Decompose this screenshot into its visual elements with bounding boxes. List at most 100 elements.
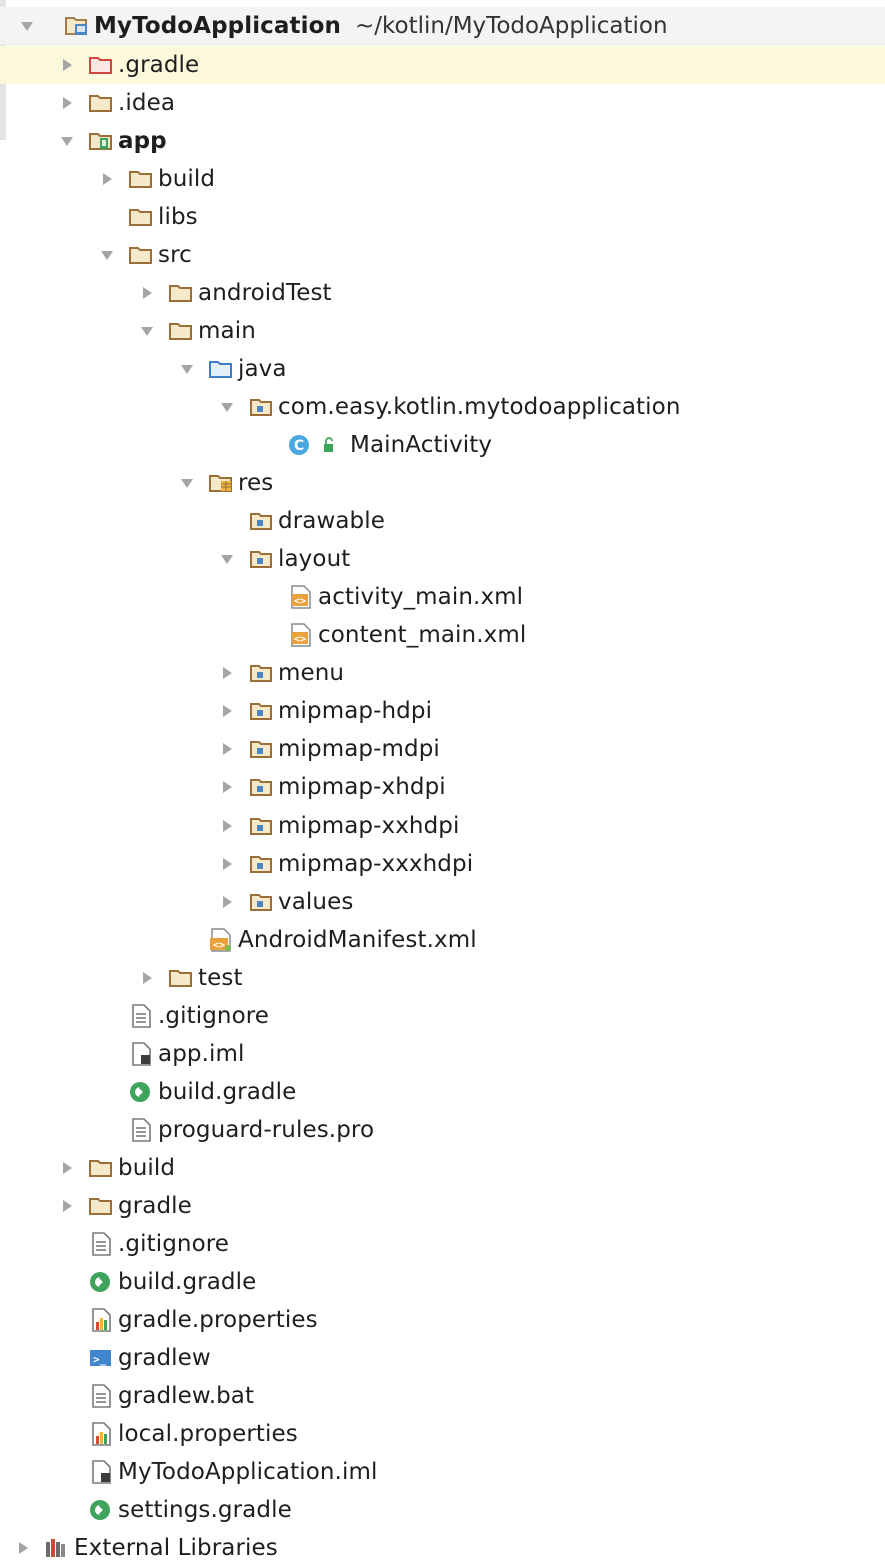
tree-node-label: build bbox=[118, 1154, 176, 1181]
chevron-right-icon[interactable] bbox=[214, 661, 240, 685]
iml-file-icon bbox=[128, 1041, 154, 1066]
tree-node[interactable]: mipmap-xxhdpi bbox=[0, 807, 885, 845]
tree-node[interactable]: androidTest bbox=[0, 274, 885, 312]
tree-node[interactable]: <> AndroidManifest.xml bbox=[0, 921, 885, 959]
tree-node[interactable]: layout bbox=[0, 540, 885, 578]
package-icon bbox=[248, 547, 274, 571]
tree-node-label: java bbox=[238, 355, 287, 382]
svg-text:>_: >_ bbox=[93, 1353, 107, 1366]
tree-node-label: libs bbox=[158, 203, 198, 230]
chevron-down-icon[interactable] bbox=[174, 357, 200, 381]
tree-node[interactable]: External Libraries bbox=[0, 1529, 885, 1567]
tree-node[interactable]: menu bbox=[0, 654, 885, 692]
tree-node[interactable]: local.properties bbox=[0, 1415, 885, 1453]
tree-node[interactable]: build bbox=[0, 1149, 885, 1187]
tree-node[interactable]: >_ gradlew bbox=[0, 1339, 885, 1377]
package-icon bbox=[248, 395, 274, 419]
chevron-down-icon[interactable] bbox=[134, 319, 160, 343]
tree-node-label: res bbox=[238, 470, 274, 497]
tree-node[interactable]: proguard-rules.pro bbox=[0, 1111, 885, 1149]
tree-node[interactable]: mipmap-mdpi bbox=[0, 730, 885, 768]
tree-node[interactable]: build.gradle bbox=[0, 1263, 885, 1301]
svg-text:<>: <> bbox=[294, 596, 306, 607]
chevron-right-icon[interactable] bbox=[214, 699, 240, 723]
tree-node-label: mipmap-xxxhdpi bbox=[278, 850, 474, 877]
tree-node-label: build.gradle bbox=[158, 1078, 297, 1105]
chevron-right-icon[interactable] bbox=[134, 966, 160, 990]
iml-file-icon bbox=[88, 1460, 114, 1485]
tree-node[interactable]: <> activity_main.xml bbox=[0, 578, 885, 616]
tree-node[interactable]: .gitignore bbox=[0, 997, 885, 1035]
chevron-right-icon[interactable] bbox=[214, 852, 240, 876]
tree-node[interactable]: app.iml bbox=[0, 1035, 885, 1073]
tree-node[interactable]: C MainActivity bbox=[0, 426, 885, 464]
chevron-right-icon[interactable] bbox=[54, 1156, 80, 1180]
gradle-file-icon bbox=[88, 1498, 114, 1522]
chevron-right-icon[interactable] bbox=[10, 1536, 36, 1560]
tree-node[interactable]: build.gradle bbox=[0, 1073, 885, 1111]
chevron-down-icon[interactable] bbox=[14, 14, 40, 38]
tree-node-label: mipmap-mdpi bbox=[278, 736, 440, 763]
tree-node[interactable]: settings.gradle bbox=[0, 1491, 885, 1529]
chevron-down-icon[interactable] bbox=[54, 129, 80, 153]
tree-node-label: build.gradle bbox=[118, 1269, 257, 1296]
chevron-right-icon[interactable] bbox=[214, 890, 240, 914]
tree-node[interactable]: values bbox=[0, 883, 885, 921]
chevron-right-icon[interactable] bbox=[214, 775, 240, 799]
tree-node-label: local.properties bbox=[118, 1421, 298, 1448]
chevron-down-icon[interactable] bbox=[94, 243, 120, 267]
project-tree: MyTodoApplication ~/kotlin/MyTodoApplica… bbox=[0, 0, 885, 1564]
chevron-down-icon[interactable] bbox=[214, 395, 240, 419]
tree-node[interactable]: MyTodoApplication.iml bbox=[0, 1453, 885, 1491]
tree-node[interactable]: .gradle bbox=[0, 45, 885, 84]
folder-icon bbox=[168, 319, 194, 343]
tree-node[interactable]: app bbox=[0, 122, 885, 160]
tree-node[interactable]: mipmap-hdpi bbox=[0, 692, 885, 730]
tree-node[interactable]: mipmap-xxxhdpi bbox=[0, 845, 885, 883]
tree-node[interactable]: .gitignore bbox=[0, 1225, 885, 1263]
svg-text:C: C bbox=[294, 438, 304, 454]
tree-node[interactable]: main bbox=[0, 312, 885, 350]
chevron-right-icon[interactable] bbox=[214, 814, 240, 838]
tree-node[interactable]: gradlew.bat bbox=[0, 1377, 885, 1415]
chevron-right-icon[interactable] bbox=[94, 167, 120, 191]
tree-root-row[interactable]: MyTodoApplication ~/kotlin/MyTodoApplica… bbox=[0, 7, 885, 45]
tree-node[interactable]: src bbox=[0, 236, 885, 274]
tree-node[interactable]: res bbox=[0, 464, 885, 502]
project-path: ~/kotlin/MyTodoApplication bbox=[355, 12, 668, 39]
tree-node[interactable]: gradle bbox=[0, 1187, 885, 1225]
tree-node[interactable]: com.easy.kotlin.mytodoapplication bbox=[0, 388, 885, 426]
chevron-right-icon[interactable] bbox=[214, 737, 240, 761]
tree-node-label: com.easy.kotlin.mytodoapplication bbox=[278, 393, 681, 420]
tree-node[interactable]: libs bbox=[0, 198, 885, 236]
tree-node[interactable]: test bbox=[0, 959, 885, 997]
tree-node-label: mipmap-hdpi bbox=[278, 698, 433, 725]
tree-node[interactable]: mipmap-xhdpi bbox=[0, 768, 885, 806]
tree-node[interactable]: .idea bbox=[0, 84, 885, 122]
tree-node[interactable]: build bbox=[0, 160, 885, 198]
tree-node[interactable]: drawable bbox=[0, 502, 885, 540]
tree-node[interactable]: java bbox=[0, 350, 885, 388]
chevron-right-icon[interactable] bbox=[54, 91, 80, 115]
xml-file-icon: <> bbox=[288, 585, 314, 609]
folder-icon bbox=[168, 281, 194, 305]
tree-node[interactable]: gradle.properties bbox=[0, 1301, 885, 1339]
chevron-right-icon[interactable] bbox=[54, 1194, 80, 1218]
project-folder-icon bbox=[64, 14, 90, 38]
tree-node[interactable]: <> content_main.xml bbox=[0, 616, 885, 654]
chevron-right-icon[interactable] bbox=[134, 281, 160, 305]
chevron-right-icon[interactable] bbox=[54, 53, 80, 77]
tree-node-label: MyTodoApplication.iml bbox=[118, 1459, 378, 1486]
library-icon bbox=[44, 1536, 70, 1560]
chevron-down-icon[interactable] bbox=[174, 471, 200, 495]
text-file-icon bbox=[88, 1232, 114, 1256]
chevron-down-icon[interactable] bbox=[214, 547, 240, 571]
package-icon bbox=[248, 814, 274, 838]
tree-node-label: build bbox=[158, 165, 216, 192]
